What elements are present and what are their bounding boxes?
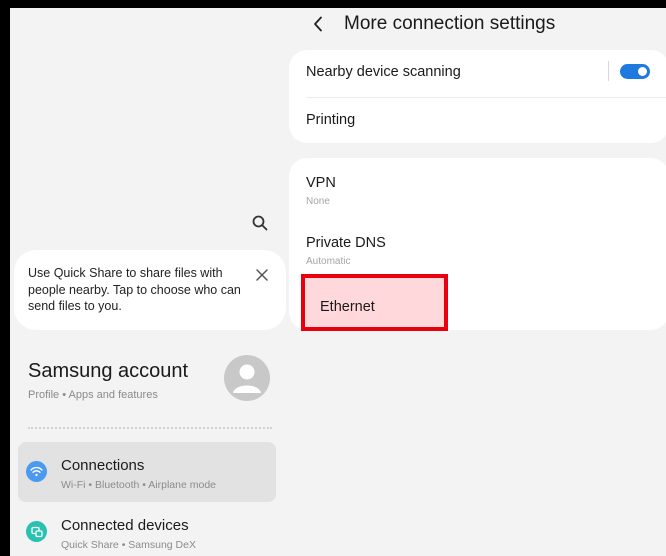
detail-pane: More connection settings Nearby device s… — [289, 8, 666, 556]
search-icon — [252, 215, 268, 231]
wifi-icon — [26, 461, 47, 482]
divider — [28, 427, 272, 429]
private-dns-row[interactable]: Private DNS Automatic — [306, 235, 666, 275]
menu-item-title: Connected devices — [61, 517, 189, 534]
menu-item-connected-devices[interactable]: Connected devices Quick Share • Samsung … — [18, 502, 276, 556]
page-title: More connection settings — [344, 13, 556, 34]
settings-list-pane: Use Quick Share to share files with peop… — [10, 8, 292, 556]
nearby-device-scanning-row[interactable]: Nearby device scanning — [306, 64, 666, 92]
search-button[interactable] — [248, 211, 272, 235]
close-icon — [256, 269, 268, 281]
settings-window: Use Quick Share to share files with peop… — [10, 8, 666, 556]
nearby-scanning-toggle[interactable] — [620, 64, 650, 79]
ethernet-row[interactable]: Ethernet — [301, 274, 448, 331]
back-arrow-icon — [314, 16, 322, 32]
row-divider — [306, 97, 666, 98]
printing-row[interactable]: Printing — [306, 112, 666, 136]
row-title: Private DNS — [306, 235, 386, 251]
quick-share-tip-text: Use Quick Share to share files with peop… — [28, 266, 241, 313]
quick-share-tip-card[interactable]: Use Quick Share to share files with peop… — [14, 250, 286, 330]
row-title: Nearby device scanning — [306, 64, 461, 80]
menu-item-subtitle: Quick Share • Samsung DeX — [61, 539, 196, 551]
avatar[interactable] — [224, 355, 270, 401]
row-title: Printing — [306, 112, 356, 128]
row-subtitle: Automatic — [306, 256, 351, 267]
menu-item-connections[interactable]: Connections Wi-Fi • Bluetooth • Airplane… — [18, 442, 276, 502]
dismiss-tip-button[interactable] — [254, 267, 270, 283]
samsung-account-item[interactable]: Samsung account Profile • Apps and featu… — [28, 353, 278, 413]
row-title: Ethernet — [320, 299, 375, 315]
back-button[interactable] — [308, 12, 328, 36]
menu-item-subtitle: Wi-Fi • Bluetooth • Airplane mode — [61, 479, 217, 491]
row-title: VPN — [306, 175, 336, 191]
page-header: More connection settings — [308, 10, 555, 38]
settings-card-1: Nearby device scanning Printing — [289, 50, 666, 143]
row-subtitle: None — [306, 196, 330, 207]
vpn-row[interactable]: VPN None — [306, 175, 666, 215]
menu-item-title: Connections — [61, 457, 145, 474]
toggle-separator — [608, 61, 609, 81]
connected-devices-icon — [26, 521, 47, 542]
person-icon — [233, 364, 261, 393]
